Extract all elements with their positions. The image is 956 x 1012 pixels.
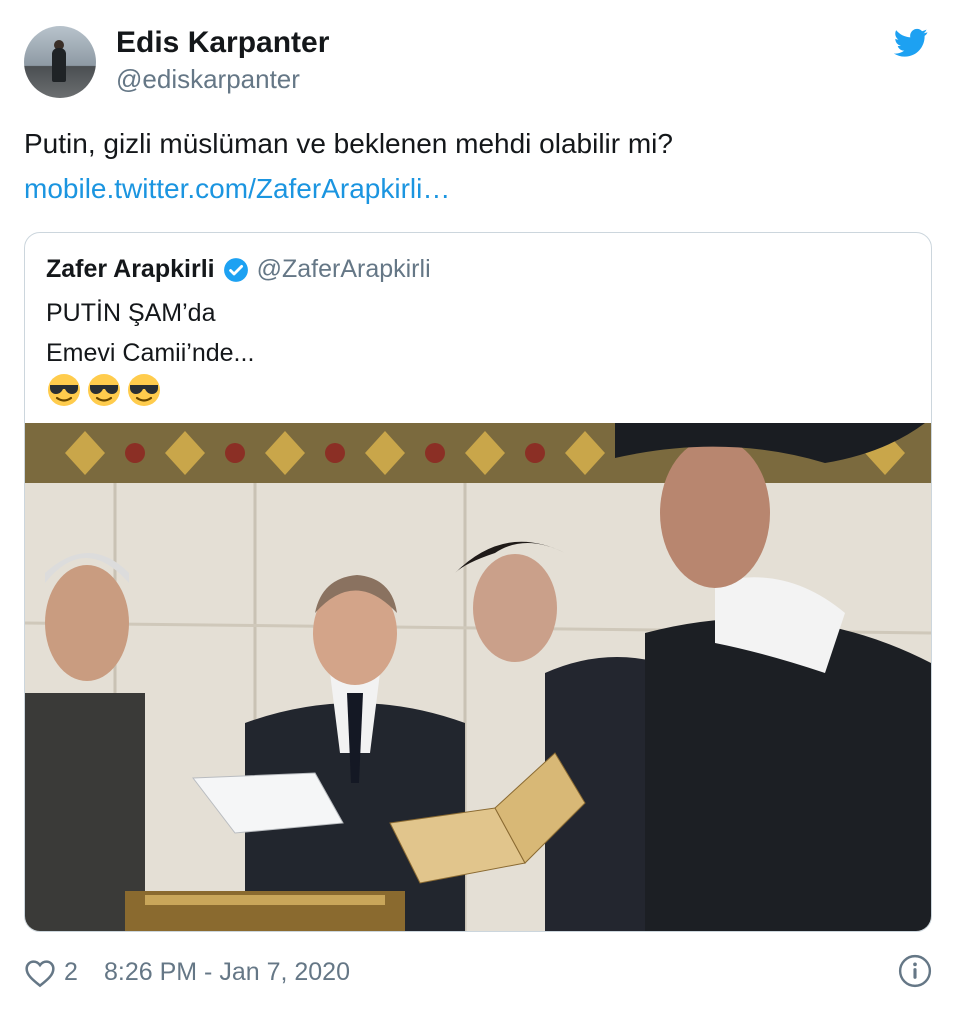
emoji-row	[46, 373, 162, 407]
twitter-bird-icon[interactable]	[894, 28, 928, 58]
tweet-text: Putin, gizli müslüman ve beklenen mehdi …	[24, 128, 673, 159]
tweet-timestamp[interactable]: 8:26 PM - Jan 7, 2020	[104, 958, 350, 987]
info-icon[interactable]	[898, 954, 932, 988]
quoted-text-line-2: Emevi Camii’nde...	[46, 339, 255, 367]
author-display-name[interactable]: Edis Karpanter	[116, 26, 329, 60]
quoted-tweet-card[interactable]: Zafer Arapkirli @ZaferArapkirli PUTİN ŞA…	[24, 232, 932, 932]
verified-badge-icon	[223, 257, 248, 282]
avatar[interactable]	[24, 26, 96, 98]
tweet-footer: 2 8:26 PM - Jan 7, 2020	[24, 954, 932, 994]
quoted-tweet-photo[interactable]	[25, 423, 931, 931]
quoted-display-name[interactable]: Zafer Arapkirli	[46, 255, 215, 284]
quoted-text-line-1: PUTİN ŞAM’da	[46, 299, 216, 327]
author-handle[interactable]: @ediskarpanter	[116, 64, 300, 95]
sunglasses-face-icon	[128, 374, 160, 406]
like-count[interactable]: 2	[64, 958, 78, 987]
photo-illustration	[25, 423, 931, 931]
tweet-link[interactable]: mobile.twitter.com/ZaferArapkirli…	[24, 173, 450, 205]
quoted-tweet-header: Zafer Arapkirli @ZaferArapkirli	[46, 255, 431, 284]
heart-icon[interactable]	[24, 958, 56, 988]
sunglasses-face-icon	[88, 374, 120, 406]
sunglasses-face-icon	[48, 374, 80, 406]
quoted-handle[interactable]: @ZaferArapkirli	[257, 255, 431, 284]
